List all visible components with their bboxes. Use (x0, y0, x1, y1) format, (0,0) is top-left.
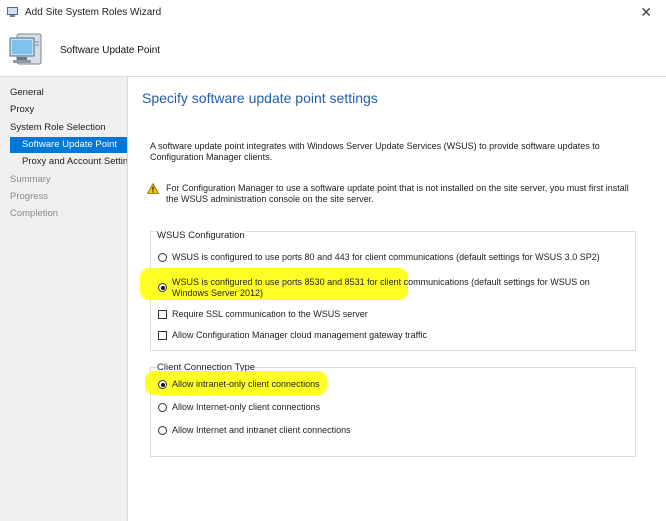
sidebar-item-progress: Progress (10, 191, 49, 202)
computer-icon (9, 33, 42, 65)
option-label: WSUS is configured to use ports 8530 and… (172, 277, 590, 298)
sidebar-item-general[interactable]: General (10, 85, 44, 101)
description-text: A software update point integrates with … (150, 141, 600, 162)
radio-intranet-only[interactable] (158, 380, 167, 389)
option-label: WSUS is configured to use ports 80 and 4… (172, 252, 600, 262)
sidebar-item-proxy-and-account-settings[interactable]: Proxy and Account Settin (22, 154, 127, 170)
wizard-header: Software Update Point (0, 26, 666, 76)
wizard-sidebar: General Proxy System Role Selection Soft… (0, 77, 128, 521)
page-title: Specify software update point settings (142, 90, 378, 106)
radio-internet-and-intranet[interactable] (158, 426, 167, 435)
option-label: Allow intranet-only client connections (172, 379, 320, 389)
radio-internet-only[interactable] (158, 403, 167, 412)
wsus-configuration-group: WSUS Configuration WSUS is configured to… (140, 230, 636, 351)
group-title: WSUS Configuration (157, 230, 245, 241)
option-label: Allow Internet and intranet client conne… (172, 425, 351, 435)
radio-ports-80-443[interactable] (158, 253, 167, 262)
sidebar-item-proxy[interactable]: Proxy (10, 102, 34, 118)
warning-text: For Configuration Manager to use a softw… (166, 183, 629, 204)
computer-icon (7, 7, 18, 17)
title-bar: Add Site System Roles Wizard ✕ (0, 0, 666, 26)
main-panel: Specify software update point settings A… (128, 77, 666, 521)
sidebar-item-software-update-point[interactable]: Software Update Point (10, 137, 127, 153)
warning-icon (147, 183, 159, 194)
window-title: Add Site System Roles Wizard (25, 7, 162, 18)
option-label: Allow Internet-only client connections (172, 402, 321, 412)
checkbox-label: Require SSL communication to the WSUS se… (172, 309, 368, 319)
close-icon[interactable]: ✕ (640, 5, 652, 19)
client-connection-type-group: Client Connection Type Allow intranet-on… (145, 362, 636, 457)
checkbox-label: Allow Configuration Manager cloud manage… (172, 330, 427, 340)
require-ssl-checkbox[interactable] (158, 310, 167, 319)
sidebar-item-summary: Summary (10, 174, 51, 185)
allow-cmg-checkbox[interactable] (158, 331, 167, 340)
header-title: Software Update Point (60, 45, 161, 56)
sidebar-item-completion: Completion (10, 208, 59, 219)
radio-ports-8530-8531[interactable] (158, 283, 167, 292)
sidebar-item-system-role-selection[interactable]: System Role Selection (10, 120, 106, 136)
